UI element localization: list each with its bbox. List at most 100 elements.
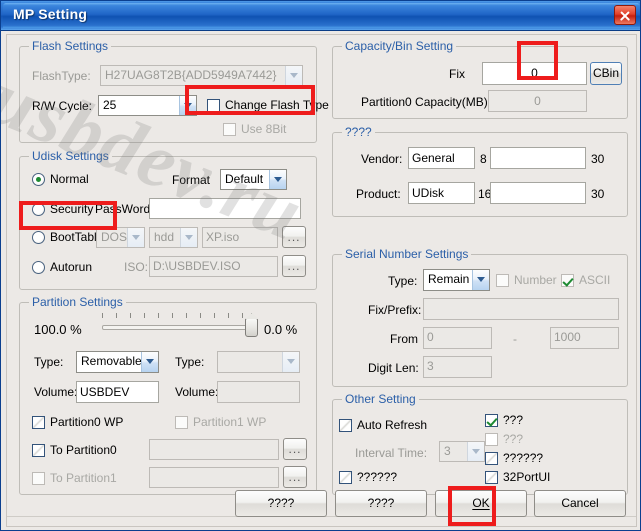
rw-cycle-value: 25 — [103, 98, 117, 112]
partition-size-slider[interactable] — [102, 313, 260, 341]
flash-type-value: H27UAG8T2B{ADD5949A7442} — [105, 68, 277, 82]
rw-cycle-label: R/W Cycle: — [32, 99, 92, 113]
partition0-type-label: Type: — [34, 355, 64, 369]
serial-number-settings-title: Serial Number Settings — [342, 247, 472, 261]
serial-ascii-label: ASCII — [579, 273, 611, 287]
slider-track — [102, 325, 252, 330]
chevron-down-icon — [269, 170, 286, 189]
cbin-button[interactable]: CBin — [590, 62, 622, 85]
serial-to-input: 1000 — [550, 327, 619, 349]
udisk-mode-autorun-label: Autorun — [50, 260, 93, 274]
radio-circle — [32, 261, 45, 274]
to-partition0-path-input — [149, 439, 279, 460]
serial-from-input: 0 — [423, 327, 492, 349]
checkbox-box — [485, 433, 498, 446]
fix-prefix-label: Fix/Prefix: — [368, 303, 422, 317]
udisk-mode-security-label: Security — [50, 202, 94, 216]
to-partition1-label: To Partition1 — [50, 471, 117, 485]
vendor-product-title: ???? — [342, 125, 375, 139]
other-option2-label: ??? — [503, 432, 524, 446]
auto-refresh-label: Auto Refresh — [357, 418, 428, 432]
chevron-down-icon — [467, 442, 484, 461]
close-icon[interactable] — [614, 5, 636, 25]
partition0-capacity-input: 0 — [488, 90, 587, 112]
format-label: Format — [172, 173, 211, 187]
fix-prefix-input — [423, 298, 619, 320]
vendor-product-group: ???? Vendor: General 8 30 Product: UDisk… — [332, 125, 628, 217]
chevron-down-icon — [472, 270, 489, 290]
serial-type-label: Type: — [388, 274, 418, 288]
other-unknown-left-label: ?????? — [357, 470, 398, 484]
interval-time-label: Interval Time: — [355, 446, 428, 460]
boot-os-combo: DOS — [96, 227, 145, 248]
flash-settings-group: Flash Settings FlashType: H27UAG8T2B{ADD… — [19, 39, 329, 143]
udisk-settings-title: Udisk Settings — [29, 149, 112, 163]
interval-time-value: 3 — [444, 444, 451, 458]
capacity-bin-title: Capacity/Bin Setting — [342, 39, 457, 53]
checkbox-box — [32, 416, 45, 429]
partition0-volume-input[interactable]: USBDEV — [76, 381, 159, 403]
partition-right-percent: 0.0 % — [264, 322, 298, 337]
iso-browse-button: ... — [282, 255, 306, 277]
footer-button-1[interactable]: ???? — [235, 490, 327, 517]
udisk-settings-group: Udisk Settings Normal Security BootTable… — [19, 149, 317, 290]
password-input[interactable] — [149, 198, 301, 219]
partition0-type-value: Removable — [81, 354, 142, 368]
radio-circle — [32, 173, 45, 186]
vendor-extra-input[interactable] — [490, 147, 586, 169]
product-label: Product: — [356, 187, 401, 201]
fix-input[interactable]: 0 — [482, 62, 587, 85]
digit-len-input: 3 — [423, 356, 492, 378]
checkbox-box — [207, 99, 220, 112]
title-bar-gradient — [3, 3, 640, 28]
chevron-down-icon — [285, 66, 302, 85]
partition-settings-title: Partition Settings — [29, 295, 126, 309]
radio-circle — [32, 203, 45, 216]
format-combo[interactable]: Default — [220, 169, 287, 190]
boot-device-value: hdd — [154, 230, 175, 244]
cancel-button[interactable]: Cancel — [534, 490, 626, 517]
chevron-down-icon — [180, 228, 197, 247]
boot-iso-browse-button[interactable]: ... — [282, 226, 306, 248]
iso-label: ISO: — [124, 260, 149, 274]
partition0-type-combo[interactable]: Removable — [76, 351, 159, 373]
checkbox-box — [32, 444, 45, 457]
flash-type-combo[interactable]: H27UAG8T2B{ADD5949A7442} — [100, 65, 303, 86]
product-input[interactable]: UDisk — [408, 182, 475, 204]
use-8bit-label: Use 8Bit — [241, 122, 287, 136]
checkbox-box — [485, 471, 498, 484]
chevron-down-icon — [179, 96, 196, 115]
ok-button-label: OK — [472, 496, 490, 510]
vendor-input[interactable]: General — [408, 147, 475, 169]
footer-button-2[interactable]: ???? — [335, 490, 427, 517]
serial-type-combo[interactable]: Remain — [423, 269, 490, 291]
boot-iso-input: XP.iso — [202, 227, 278, 248]
other-option3-label: ?????? — [503, 451, 544, 465]
vendor-extra-length-label: 30 — [591, 152, 605, 166]
checkbox-box — [496, 274, 509, 287]
window-title: MP Setting — [13, 6, 88, 22]
checkbox-box — [339, 419, 352, 432]
other-option4-label: 32PortUI — [503, 470, 551, 484]
serial-number-settings-group: Serial Number Settings Type: Remain Numb… — [332, 247, 628, 387]
serial-type-value: Remain — [428, 272, 470, 286]
password-label: PassWord: — [95, 202, 154, 216]
partition1-type-combo — [217, 351, 300, 373]
change-flash-type-label: Change Flash Type — [225, 98, 329, 112]
product-extra-input[interactable] — [490, 182, 586, 204]
rw-cycle-combo[interactable]: 25 — [98, 95, 197, 116]
ok-button[interactable]: OK — [435, 490, 527, 517]
udisk-mode-normal-label: Normal — [50, 172, 89, 186]
interval-time-combo: 3 — [439, 441, 485, 462]
checkbox-box — [561, 274, 574, 287]
partition0-capacity-label: Partition0 Capacity(MB): — [361, 95, 492, 109]
to-partition0-browse-button[interactable]: ... — [283, 438, 307, 460]
serial-number-label: Number — [514, 273, 557, 287]
slider-thumb[interactable] — [245, 313, 259, 337]
client-area: usbdev.ru Flash Settings FlashType: H27U… — [1, 32, 640, 530]
mp-setting-window: MP Setting usbdev.ru Flash Settings Flas… — [0, 0, 641, 531]
partition-left-percent: 100.0 % — [34, 322, 82, 337]
product-extra-length-label: 30 — [591, 187, 605, 201]
vendor-length-label: 8 — [480, 152, 487, 166]
checkbox-box — [485, 414, 498, 427]
